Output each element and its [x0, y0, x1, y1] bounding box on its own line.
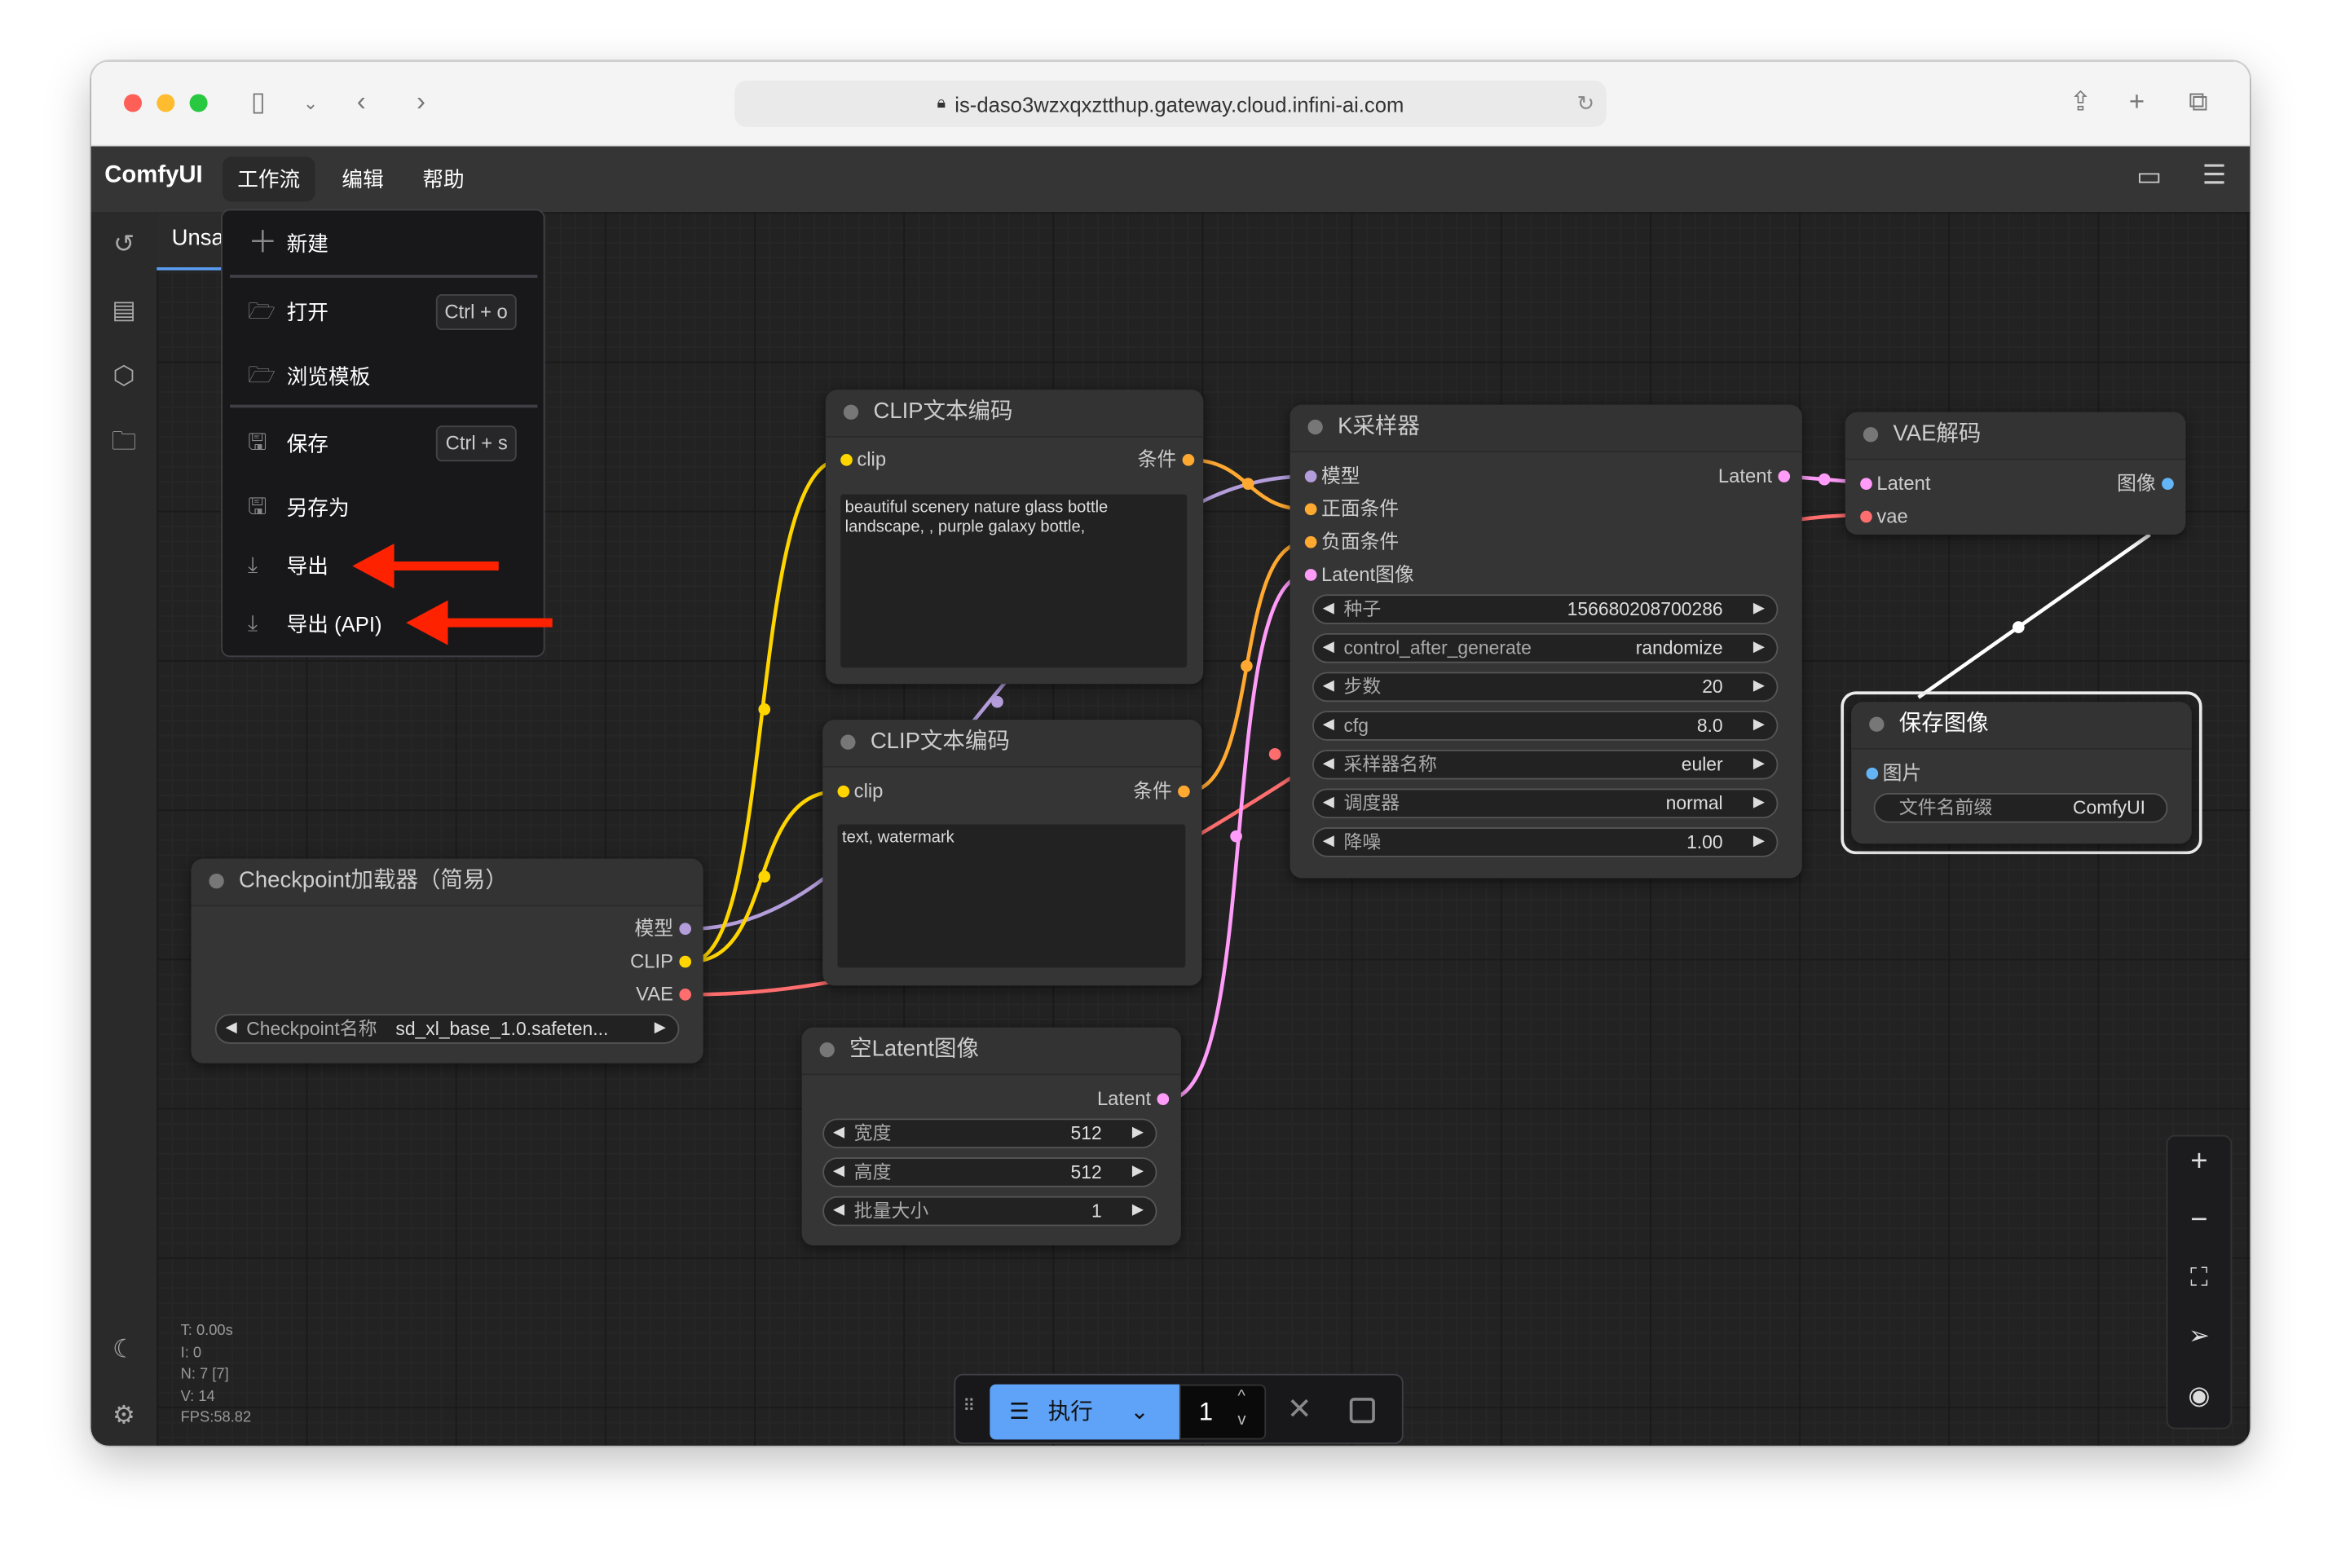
red-arrow-export-api	[406, 600, 553, 645]
batch-count-input[interactable]: 1 ^ v	[1179, 1384, 1267, 1440]
red-arrow-export	[352, 543, 499, 588]
canvas-stats: T: 0.00s I: 0 N: 7 [7] V: 14 FPS:58.82	[181, 1322, 252, 1430]
stat-v: V: 14	[180, 1388, 215, 1405]
canvas-zoom-toolbar: + − ⛶ ➢ ◉	[2166, 1134, 2233, 1429]
select-mode-icon[interactable]: ➢	[2167, 1322, 2230, 1352]
decrement-icon[interactable]: v	[1237, 1394, 1245, 1447]
stat-i: I: 0	[180, 1345, 202, 1362]
stop-square-icon[interactable]	[1349, 1398, 1375, 1424]
chevron-down-icon[interactable]: ⌄	[1131, 1385, 1149, 1440]
annotation-layer	[352, 543, 553, 645]
stat-nodes: N: 7 [7]	[180, 1366, 229, 1383]
queue-icon: ☰	[1009, 1398, 1029, 1425]
run-button[interactable]: ☰ 执行 ⌄	[990, 1384, 1179, 1440]
queue-run-bar: ⠿ ☰ 执行 ⌄ 1 ^ v ✕	[954, 1373, 1404, 1444]
toggle-links-eye-icon[interactable]: ◉	[2167, 1381, 2230, 1412]
stat-fps: FPS:58.82	[180, 1409, 252, 1426]
fit-view-icon[interactable]: ⛶	[2167, 1263, 2230, 1293]
zoom-in-icon[interactable]: +	[2167, 1145, 2230, 1179]
zoom-out-icon[interactable]: −	[2167, 1204, 2230, 1238]
cancel-x-icon[interactable]: ✕	[1287, 1390, 1312, 1428]
drag-handle-icon[interactable]: ⠿	[963, 1396, 975, 1416]
stat-time: T: 0.00s	[180, 1323, 233, 1340]
